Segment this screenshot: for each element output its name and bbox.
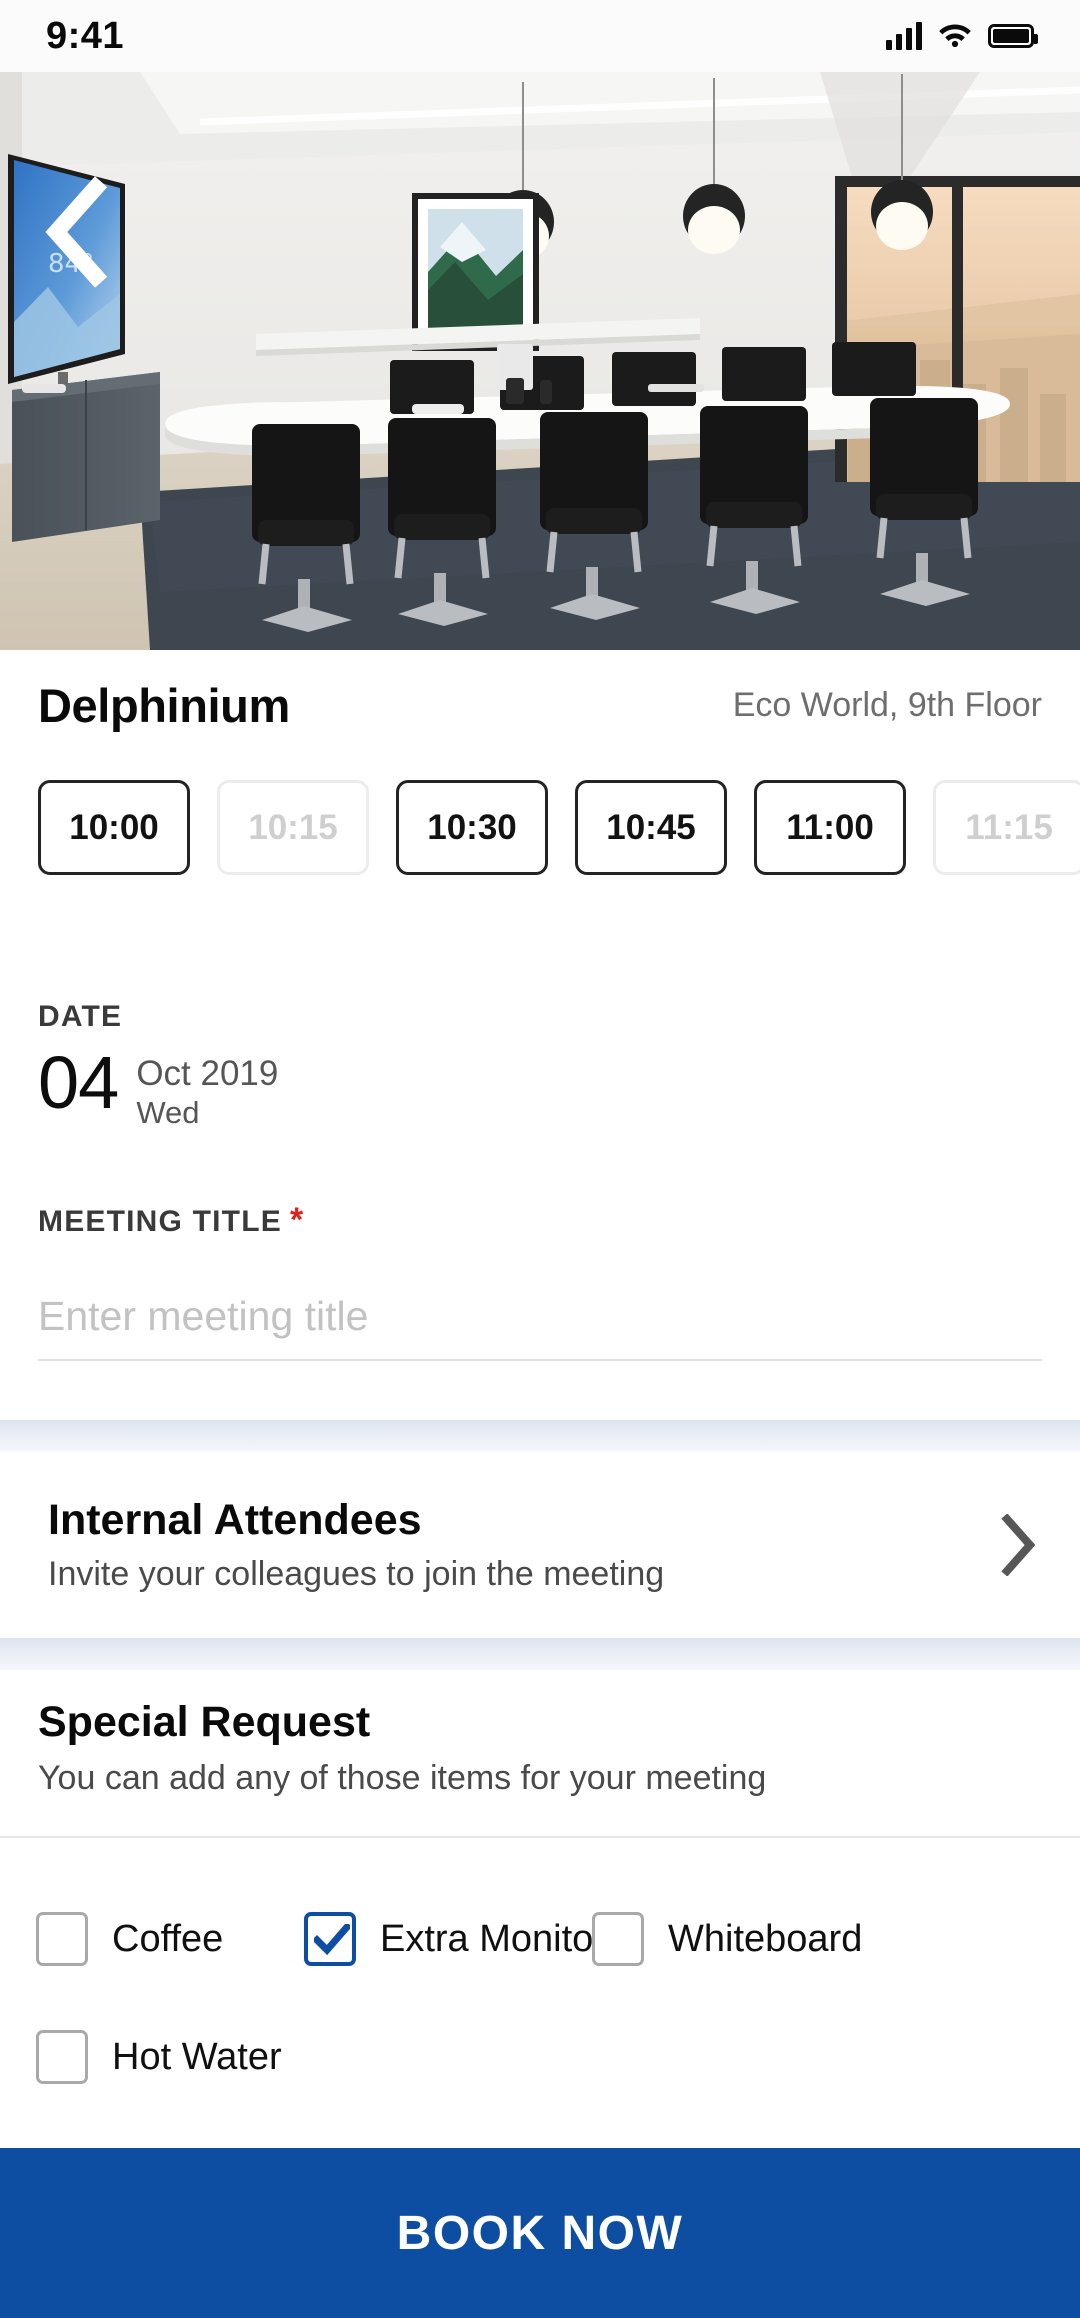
time-slot-1030[interactable]: 10:30 — [396, 780, 548, 875]
meeting-title-label-row: MEETING TITLE * — [38, 1205, 1042, 1239]
chevron-left-icon — [40, 72, 112, 521]
battery-full-icon — [988, 24, 1034, 48]
special-request-subtitle: You can add any of those items for your … — [0, 1759, 1080, 1798]
book-now-button[interactable]: BOOK NOW — [0, 2148, 1080, 2318]
time-slot-1100[interactable]: 11:00 — [754, 780, 906, 875]
date-label: DATE — [38, 1000, 278, 1034]
option-extra-monitor-label: Extra Monitor — [380, 1918, 606, 1961]
room-name: Delphinium — [38, 678, 290, 733]
date-month-year: Oct 2019 — [136, 1054, 278, 1094]
chevron-right-icon — [1000, 1514, 1038, 1576]
status-bar: 9:41 — [0, 0, 1080, 72]
option-hot-water-label: Hot Water — [112, 2036, 282, 2079]
meeting-title-section: MEETING TITLE * — [38, 1205, 1042, 1361]
special-request-options: Coffee Extra Monitor Whiteboard Hot Wate… — [0, 1880, 1080, 2116]
date-value[interactable]: 04 Oct 2019 Wed — [38, 1048, 278, 1133]
internal-attendees-subtitle: Invite your colleagues to join the meeti… — [48, 1555, 664, 1594]
status-bar-icons — [886, 21, 1034, 52]
option-coffee[interactable]: Coffee — [36, 1880, 304, 1998]
option-whiteboard[interactable]: Whiteboard — [592, 1880, 892, 1998]
internal-attendees-row[interactable]: Internal Attendees Invite your colleague… — [0, 1452, 1080, 1638]
room-hero-image: 84° — [0, 72, 1080, 650]
section-separator-top — [0, 1420, 1080, 1452]
time-slot-list[interactable]: 10:00 10:15 10:30 10:45 11:00 11:15 — [0, 775, 1080, 880]
checkbox-hot-water[interactable] — [36, 2030, 88, 2084]
cellular-signal-icon — [886, 22, 922, 50]
section-separator-bottom — [0, 1638, 1080, 1670]
required-asterisk-icon: * — [290, 1205, 303, 1236]
time-slot-1015: 10:15 — [217, 780, 369, 875]
conference-room-illustration: 84° — [0, 72, 1080, 650]
back-button[interactable] — [40, 192, 112, 272]
option-extra-monitor[interactable]: Extra Monitor — [304, 1880, 592, 1998]
date-section: DATE 04 Oct 2019 Wed — [38, 1000, 278, 1133]
option-coffee-label: Coffee — [112, 1918, 223, 1961]
date-weekday: Wed — [136, 1094, 278, 1133]
date-day: 04 — [38, 1048, 118, 1118]
internal-attendees-text: Internal Attendees Invite your colleague… — [48, 1496, 664, 1594]
option-hot-water[interactable]: Hot Water — [36, 1998, 304, 2116]
time-slot-1115: 11:15 — [933, 780, 1080, 875]
wifi-icon — [938, 21, 972, 52]
checkbox-whiteboard[interactable] — [592, 1912, 644, 1966]
checkbox-extra-monitor[interactable] — [304, 1912, 356, 1966]
status-bar-time: 9:41 — [46, 15, 124, 58]
special-request-divider — [0, 1836, 1080, 1838]
time-slot-1000[interactable]: 10:00 — [38, 780, 190, 875]
checkbox-coffee[interactable] — [36, 1912, 88, 1966]
room-location: Eco World, 9th Floor — [733, 686, 1042, 725]
internal-attendees-title: Internal Attendees — [48, 1496, 664, 1545]
meeting-title-input[interactable] — [38, 1273, 1042, 1361]
app-screen: 9:41 — [0, 0, 1080, 2318]
date-details: Oct 2019 Wed — [136, 1048, 278, 1133]
meeting-title-label: MEETING TITLE — [38, 1205, 282, 1239]
check-icon — [314, 1924, 350, 1956]
time-slot-1045[interactable]: 10:45 — [575, 780, 727, 875]
room-header: Delphinium Eco World, 9th Floor — [0, 650, 1080, 760]
special-request-section: Special Request You can add any of those… — [0, 1698, 1080, 1838]
special-request-title: Special Request — [0, 1698, 1080, 1747]
option-whiteboard-label: Whiteboard — [668, 1918, 862, 1961]
